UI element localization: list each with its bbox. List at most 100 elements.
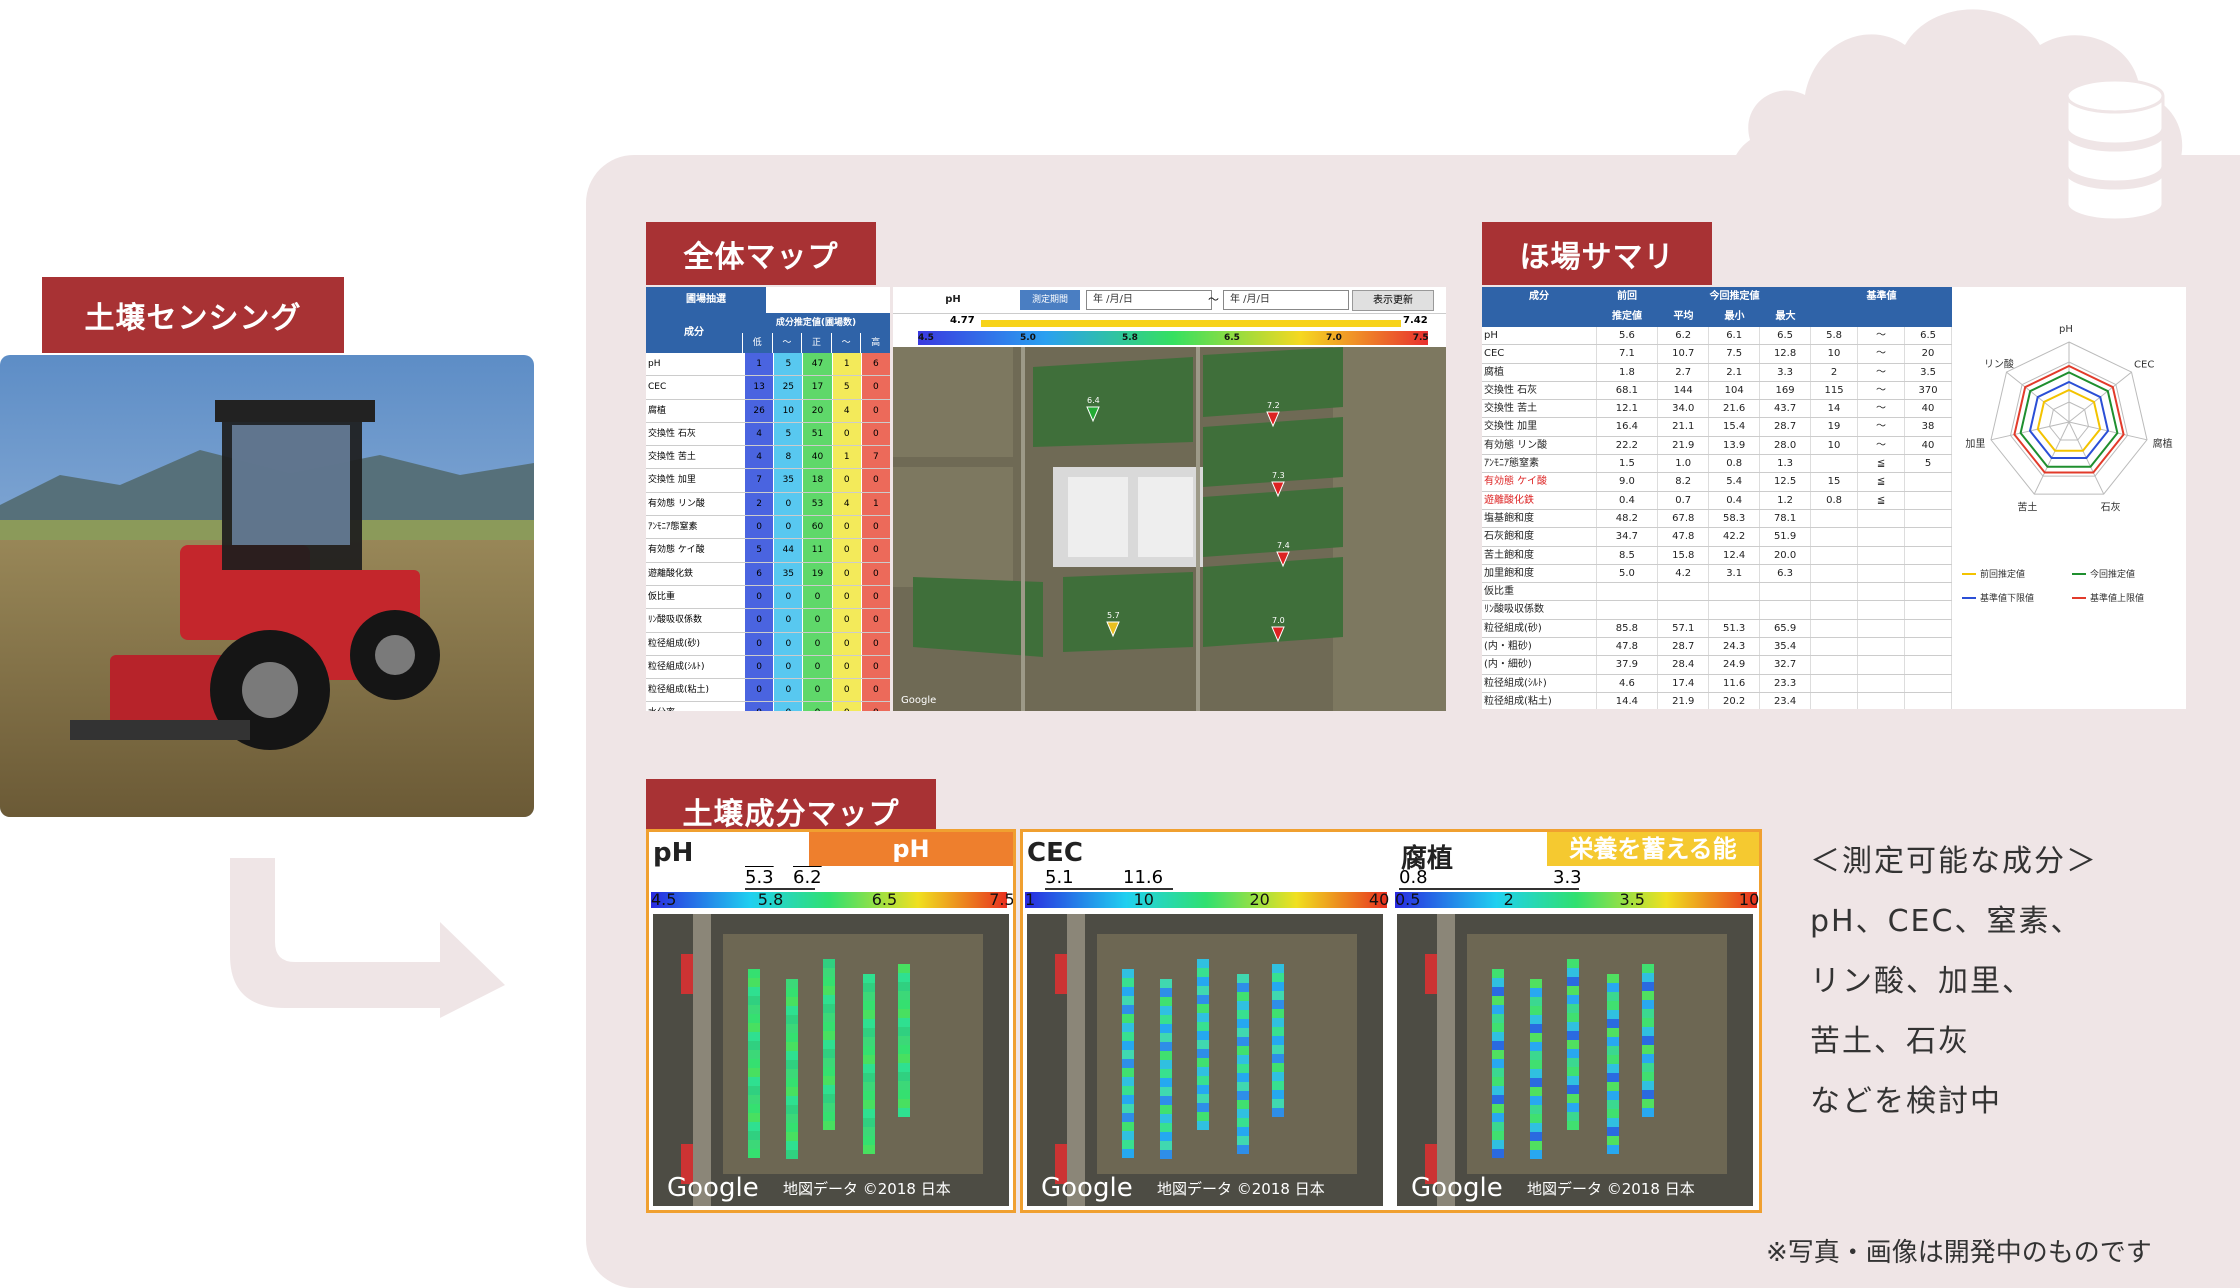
row-count-cell: 0 <box>744 609 774 632</box>
row-value-cell: 16.4 <box>1597 418 1659 436</box>
row-value-cell <box>1811 546 1859 564</box>
soil-cell <box>1642 1081 1654 1090</box>
table-row[interactable]: 腐植 26 10 20 4 0 <box>646 399 890 423</box>
soil-cell <box>786 1087 798 1096</box>
soil-cell <box>786 988 798 997</box>
row-count-cell: 0 <box>802 632 832 655</box>
soil-cell <box>898 1099 910 1108</box>
row-value-cell: 1.2 <box>1760 491 1812 509</box>
table-row[interactable]: 遊離酸化鉄 6 35 19 0 0 <box>646 562 890 586</box>
soil-cell <box>786 1033 798 1042</box>
cloud-database-icon <box>1730 9 2183 222</box>
row-count-cell: 0 <box>831 422 861 446</box>
date-from-input[interactable]: 年 /月/日 <box>1086 290 1212 310</box>
soil-cell <box>1237 1136 1249 1145</box>
soil-cell <box>863 1001 875 1010</box>
row-value-cell: 〜 <box>1858 436 1906 455</box>
table-row: pH 5.6 6.2 6.1 6.5 5.8 〜 6.5 <box>1482 327 1952 346</box>
soil-cell <box>1642 1009 1654 1018</box>
soil-cell <box>1530 1141 1542 1150</box>
soil-cell <box>1642 1108 1654 1117</box>
row-value-cell: 23.4 <box>1760 692 1812 709</box>
soil-cell <box>863 1082 875 1091</box>
table-row: ｱﾝﾓﾆｱ態窒素 1.5 1.0 0.8 1.3 ≦ 5 <box>1482 455 1952 474</box>
row-value-cell: 115 <box>1811 381 1859 400</box>
soil-cell <box>863 1100 875 1109</box>
table-row: 腐植 1.8 2.7 2.1 3.3 2 〜 3.5 <box>1482 363 1952 382</box>
row-component-name: 苦土飽和度 <box>1482 546 1597 564</box>
estimate-subheader: 〜 <box>771 333 802 353</box>
row-component-name: 交換性 石灰 <box>1482 381 1597 400</box>
row-value-cell <box>1709 601 1761 619</box>
soil-cell <box>1530 1051 1542 1060</box>
table-row: 遊離酸化鉄 0.4 0.7 0.4 1.2 0.8 ≦ <box>1482 491 1952 510</box>
refresh-button[interactable]: 表示更新 <box>1352 290 1434 311</box>
field-summary-tag: ほ場サマリ <box>1482 222 1712 285</box>
row-count-cell: 5 <box>744 539 774 562</box>
date-to-input[interactable]: 年 /月/日 <box>1223 290 1349 310</box>
table-row[interactable]: 水分率00000 <box>646 702 890 711</box>
row-value-cell: 8.2 <box>1658 473 1710 491</box>
row-component-name: CEC <box>1482 345 1597 363</box>
table-row[interactable]: 粒径組成(砂) 0 0 0 0 0 <box>646 632 890 656</box>
row-component-name: 粒径組成(砂) <box>1482 619 1597 638</box>
row-component-name: (内・細砂) <box>1482 656 1597 674</box>
row-value-cell: 〜 <box>1858 345 1906 363</box>
soil-cell <box>1567 1112 1579 1121</box>
row-count-cell: 0 <box>802 655 832 679</box>
overall-map-table: 圃場抽選 成分 成分推定値(圃場数) 低〜正〜高 pH 1 5 47 1 6 CEC 13 25… <box>646 287 890 711</box>
cec-v1: 5.1 <box>1045 867 1074 888</box>
soil-cell <box>1272 973 1284 982</box>
soil-cell <box>786 1069 798 1078</box>
table-row[interactable]: 交換性 加里 7 35 18 0 0 <box>646 469 890 493</box>
row-component-name: 粒径組成(ｼﾙﾄ) <box>1482 674 1597 692</box>
soil-cell <box>1607 1001 1619 1010</box>
row-value-cell: 3.3 <box>1760 363 1812 381</box>
soil-cell <box>748 1023 760 1032</box>
measurable-components: ＜測定可能な成分＞ pH、CEC、窒素、 リン酸、加里、 苦土、石灰 などを検討… <box>1810 832 2098 1132</box>
soil-cell <box>1567 1004 1579 1013</box>
soil-cell <box>1530 1114 1542 1123</box>
table-row[interactable]: 有効態 リン酸 2 0 53 4 1 <box>646 492 890 517</box>
row-value-cell: 6.5 <box>1760 327 1812 345</box>
table-row[interactable]: 交換性 苦土 4 8 40 1 7 <box>646 446 890 470</box>
row-value-cell: ≦ <box>1858 455 1906 473</box>
row-value-cell: 20.2 <box>1709 692 1761 709</box>
row-value-cell: 13.9 <box>1709 436 1761 455</box>
estimate-subheader: 正 <box>801 333 831 353</box>
soil-cell <box>823 1040 835 1049</box>
row-value-cell: 19 <box>1811 418 1859 436</box>
row-value-cell: 〜 <box>1858 363 1906 381</box>
soil-cell <box>1642 1054 1654 1063</box>
ph-v2: 6.2 <box>793 867 822 888</box>
soil-cell <box>898 1081 910 1090</box>
table-row[interactable]: 有効態 ケイ酸 5 44 11 0 0 <box>646 539 890 563</box>
row-value-cell: 85.8 <box>1597 619 1659 638</box>
table-row[interactable]: 粒径組成(ｼﾙﾄ) 0 0 0 0 0 <box>646 655 890 680</box>
table-row[interactable]: CEC 13 25 17 5 0 <box>646 376 890 400</box>
soil-cell <box>748 1014 760 1023</box>
table-row[interactable]: ﾘﾝ酸吸収係数 0 0 0 0 0 <box>646 609 890 633</box>
soil-cell <box>1530 1132 1542 1141</box>
soil-cell <box>1567 1040 1579 1049</box>
fs-header-previous-sub: 推定値 <box>1612 311 1642 322</box>
soil-cell <box>748 1131 760 1140</box>
table-row[interactable]: 交換性 石灰 4 5 51 0 0 <box>646 422 890 447</box>
scale-tick: 10 <box>1738 890 1760 909</box>
table-row[interactable]: 仮比重 0 0 0 0 0 <box>646 585 890 610</box>
row-value-cell: 15.8 <box>1658 546 1710 564</box>
row-value-cell: 3.5 <box>1905 363 1952 381</box>
table-row[interactable]: 粒径組成(粘土) 0 0 0 0 0 <box>646 679 890 703</box>
soil-cell <box>1492 1059 1504 1068</box>
table-row[interactable]: ｱﾝﾓﾆｱ態窒素 0 0 60 0 0 <box>646 516 890 540</box>
soil-cell <box>1160 1087 1172 1096</box>
field-select-tab[interactable]: 圃場抽選 <box>646 287 766 313</box>
measurable-line: 苦土、石灰 <box>1810 1024 1970 1059</box>
row-value-cell: 4.2 <box>1658 564 1710 583</box>
row-component-name: (内・粗砂) <box>1482 638 1597 656</box>
soil-cell <box>1272 1108 1284 1117</box>
table-row: 交換性 加里 16.4 21.1 15.4 28.7 19 〜 38 <box>1482 418 1952 437</box>
soil-cell <box>1160 997 1172 1006</box>
soil-cell <box>1567 977 1579 986</box>
table-row[interactable]: pH 1 5 47 1 6 <box>646 353 890 377</box>
